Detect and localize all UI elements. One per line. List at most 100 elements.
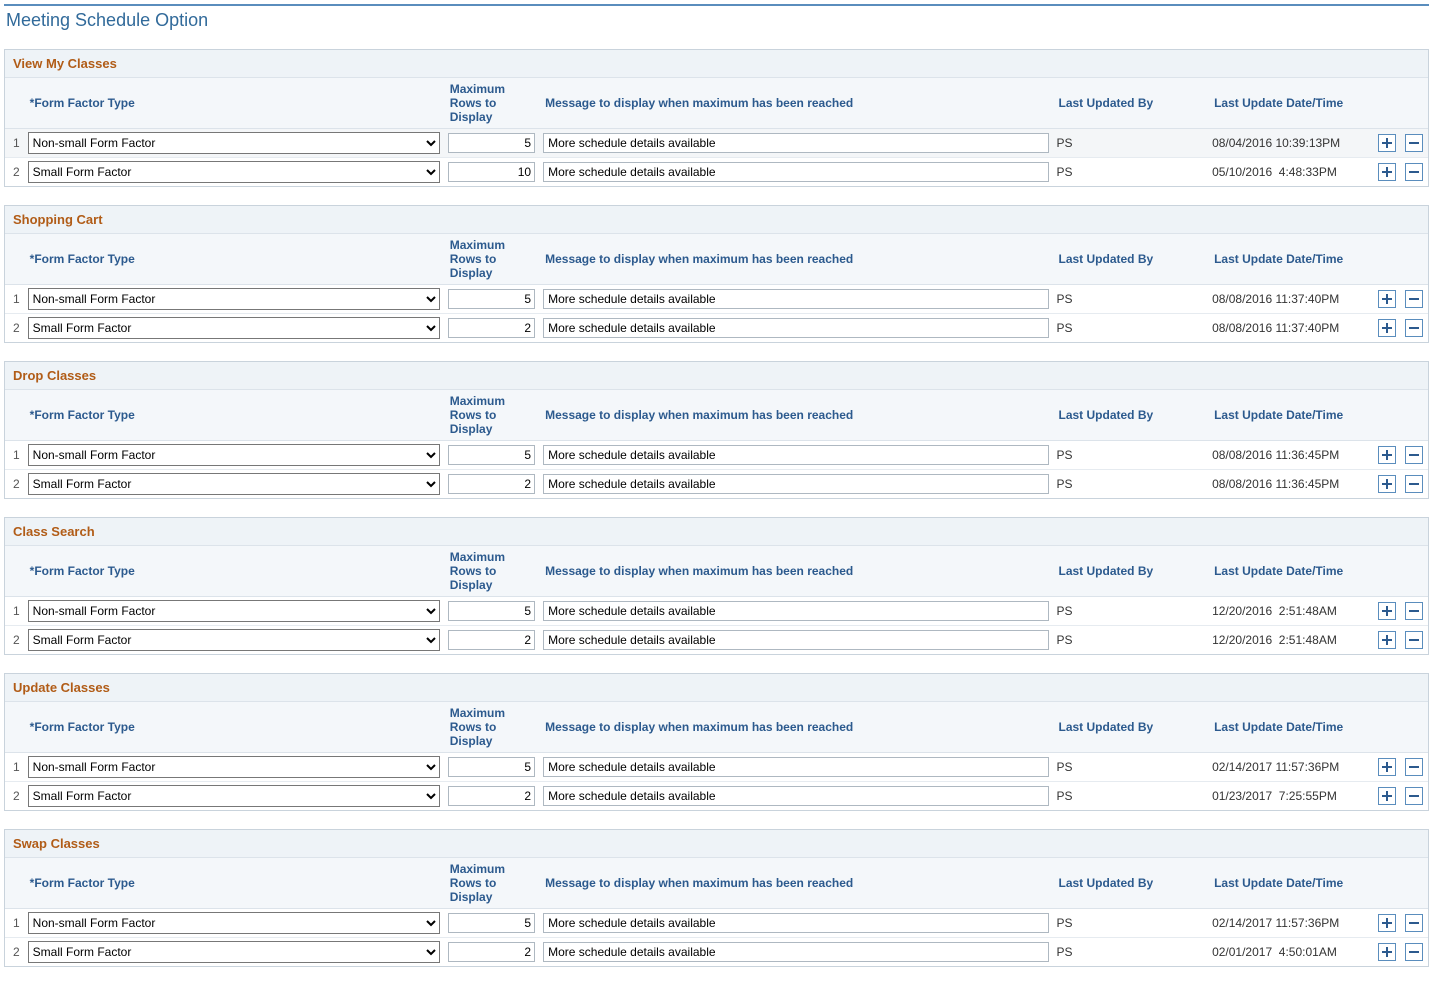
table-row: 2Non-small Form FactorSmall Form FactorP… <box>5 470 1428 499</box>
form-factor-select[interactable]: Non-small Form FactorSmall Form Factor <box>28 600 440 622</box>
max-rows-input[interactable] <box>448 133 535 153</box>
message-input[interactable] <box>543 601 1048 621</box>
table-row: 2Non-small Form FactorSmall Form FactorP… <box>5 314 1428 343</box>
message-input[interactable] <box>543 474 1048 494</box>
delete-row-button[interactable] <box>1405 475 1423 493</box>
message-input[interactable] <box>543 162 1048 182</box>
delete-row-button[interactable] <box>1405 758 1423 776</box>
updated-by-value: PS <box>1057 165 1073 179</box>
col-header-message: Message to display when maximum has been… <box>539 390 1052 441</box>
form-factor-select[interactable]: Non-small Form FactorSmall Form Factor <box>28 444 440 466</box>
delete-row-button[interactable] <box>1405 446 1423 464</box>
max-rows-input[interactable] <box>448 786 535 806</box>
message-input[interactable] <box>543 445 1048 465</box>
message-input[interactable] <box>543 942 1048 962</box>
form-factor-select[interactable]: Non-small Form FactorSmall Form Factor <box>28 785 440 807</box>
form-factor-select[interactable]: Non-small Form FactorSmall Form Factor <box>28 288 440 310</box>
delete-row-button[interactable] <box>1405 319 1423 337</box>
col-header-update-dt: Last Update Date/Time <box>1208 546 1374 597</box>
plus-icon <box>1381 322 1393 334</box>
add-row-button[interactable] <box>1378 943 1396 961</box>
col-header-form-factor: Form Factor Type <box>24 234 444 285</box>
form-factor-select[interactable]: Non-small Form FactorSmall Form Factor <box>28 629 440 651</box>
add-row-button[interactable] <box>1378 602 1396 620</box>
add-row-button[interactable] <box>1378 134 1396 152</box>
update-datetime-value: 08/08/2016 11:37:40PM <box>1212 292 1339 306</box>
table-row: 2Non-small Form FactorSmall Form FactorP… <box>5 782 1428 811</box>
add-row-button[interactable] <box>1378 758 1396 776</box>
max-rows-input[interactable] <box>448 913 535 933</box>
col-header-max-rows: Maximum Rows to Display <box>444 234 539 285</box>
section: Shopping CartForm Factor TypeMaximum Row… <box>4 205 1429 343</box>
table-row: 1Non-small Form FactorSmall Form Factor P… <box>5 597 1428 626</box>
plus-icon <box>1381 761 1393 773</box>
col-header-message: Message to display when maximum has been… <box>539 234 1052 285</box>
updated-by-value: PS <box>1057 604 1073 618</box>
plus-icon <box>1381 166 1393 178</box>
max-rows-input[interactable] <box>448 318 535 338</box>
max-rows-input[interactable] <box>448 162 535 182</box>
add-row-button[interactable] <box>1378 290 1396 308</box>
add-row-button[interactable] <box>1378 475 1396 493</box>
col-header-updated-by: Last Updated By <box>1053 390 1209 441</box>
message-input[interactable] <box>543 786 1048 806</box>
section-title: Swap Classes <box>5 830 1428 858</box>
row-number: 2 <box>5 782 24 811</box>
row-number: 1 <box>5 597 24 626</box>
delete-row-button[interactable] <box>1405 134 1423 152</box>
form-factor-select[interactable]: Non-small Form FactorSmall Form Factor <box>28 161 440 183</box>
add-row-button[interactable] <box>1378 631 1396 649</box>
max-rows-input[interactable] <box>448 445 535 465</box>
row-number: 1 <box>5 129 24 158</box>
update-datetime-value: 02/14/2017 11:57:36PM <box>1212 916 1339 930</box>
message-input[interactable] <box>543 757 1048 777</box>
form-factor-select[interactable]: Non-small Form FactorSmall Form Factor <box>28 473 440 495</box>
data-grid: Form Factor TypeMaximum Rows to DisplayM… <box>5 390 1428 498</box>
message-input[interactable] <box>543 913 1048 933</box>
message-input[interactable] <box>543 318 1048 338</box>
add-row-button[interactable] <box>1378 787 1396 805</box>
plus-icon <box>1381 137 1393 149</box>
message-input[interactable] <box>543 289 1048 309</box>
update-datetime-value: 02/14/2017 11:57:36PM <box>1212 760 1339 774</box>
update-datetime-value: 08/08/2016 11:36:45PM <box>1212 448 1339 462</box>
update-datetime-value: 08/08/2016 11:37:40PM <box>1212 321 1339 335</box>
updated-by-value: PS <box>1057 916 1073 930</box>
delete-row-button[interactable] <box>1405 290 1423 308</box>
max-rows-input[interactable] <box>448 630 535 650</box>
section-title: View My Classes <box>5 50 1428 78</box>
max-rows-input[interactable] <box>448 757 535 777</box>
form-factor-select[interactable]: Non-small Form FactorSmall Form Factor <box>28 317 440 339</box>
form-factor-select[interactable]: Non-small Form FactorSmall Form Factor <box>28 941 440 963</box>
delete-row-button[interactable] <box>1405 914 1423 932</box>
delete-row-button[interactable] <box>1405 943 1423 961</box>
col-header-update-dt: Last Update Date/Time <box>1208 390 1374 441</box>
add-row-button[interactable] <box>1378 163 1396 181</box>
form-factor-select[interactable]: Non-small Form FactorSmall Form Factor <box>28 132 440 154</box>
form-factor-select[interactable]: Non-small Form FactorSmall Form Factor <box>28 756 440 778</box>
delete-row-button[interactable] <box>1405 602 1423 620</box>
message-input[interactable] <box>543 630 1048 650</box>
section: Drop ClassesForm Factor TypeMaximum Rows… <box>4 361 1429 499</box>
col-header-form-factor: Form Factor Type <box>24 858 444 909</box>
max-rows-input[interactable] <box>448 942 535 962</box>
add-row-button[interactable] <box>1378 446 1396 464</box>
max-rows-input[interactable] <box>448 474 535 494</box>
update-datetime-value: 05/10/2016 4:48:33PM <box>1212 165 1337 179</box>
data-grid: Form Factor TypeMaximum Rows to DisplayM… <box>5 858 1428 966</box>
max-rows-input[interactable] <box>448 289 535 309</box>
add-row-button[interactable] <box>1378 319 1396 337</box>
add-row-button[interactable] <box>1378 914 1396 932</box>
message-input[interactable] <box>543 133 1048 153</box>
data-grid: Form Factor TypeMaximum Rows to DisplayM… <box>5 546 1428 654</box>
section: View My ClassesForm Factor TypeMaximum R… <box>4 49 1429 187</box>
delete-row-button[interactable] <box>1405 163 1423 181</box>
section: Update ClassesForm Factor TypeMaximum Ro… <box>4 673 1429 811</box>
row-number: 1 <box>5 753 24 782</box>
row-number: 1 <box>5 441 24 470</box>
delete-row-button[interactable] <box>1405 787 1423 805</box>
form-factor-select[interactable]: Non-small Form FactorSmall Form Factor <box>28 912 440 934</box>
delete-row-button[interactable] <box>1405 631 1423 649</box>
max-rows-input[interactable] <box>448 601 535 621</box>
col-header-form-factor: Form Factor Type <box>24 546 444 597</box>
